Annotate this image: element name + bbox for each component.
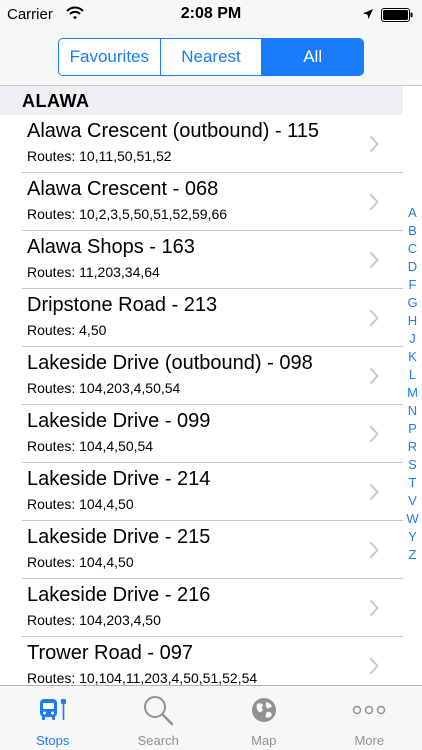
stop-routes: Routes: 104,4,50,54	[27, 438, 154, 454]
location-arrow-icon	[362, 7, 374, 25]
index-letter[interactable]: T	[403, 474, 422, 492]
stop-name: Lakeside Drive - 214	[27, 468, 211, 490]
section-title: ALAWA	[22, 91, 90, 111]
tab-label: Map	[251, 733, 277, 748]
tab-label: Stops	[36, 733, 70, 748]
filter-segmented-control: Favourites Nearest All	[58, 38, 364, 76]
chevron-right-icon	[369, 657, 379, 675]
stop-row[interactable]: Lakeside Drive - 216 Routes: 104,203,4,5…	[0, 579, 403, 637]
filter-bar: Favourites Nearest All	[0, 30, 422, 86]
status-bar: Carrier 2:08 PM	[0, 0, 422, 30]
bus-icon	[35, 692, 71, 728]
stop-routes: Routes: 104,203,4,50,54	[27, 380, 181, 396]
stop-row[interactable]: Trower Road - 097 Routes: 10,104,11,203,…	[0, 637, 403, 685]
index-letter[interactable]: F	[403, 276, 422, 294]
section-header: ALAWA	[0, 86, 403, 115]
stop-routes: Routes: 104,4,50	[27, 554, 134, 570]
tab-stops[interactable]: Stops	[0, 686, 106, 750]
chevron-right-icon	[369, 135, 379, 153]
chevron-right-icon	[369, 541, 379, 559]
stop-row[interactable]: Lakeside Drive - 215 Routes: 104,4,50	[0, 521, 403, 579]
tab-more[interactable]: More	[317, 686, 422, 750]
tab-bar: Stops Search Map More	[0, 685, 422, 750]
segment-nearest[interactable]: Nearest	[159, 39, 262, 75]
index-letter[interactable]: P	[403, 420, 422, 438]
index-letter[interactable]: L	[403, 366, 422, 384]
stop-name: Alawa Crescent - 068	[27, 178, 219, 200]
stop-row[interactable]: Alawa Crescent - 068 Routes: 10,2,3,5,50…	[0, 173, 403, 231]
stop-name: Lakeside Drive - 216	[27, 584, 211, 606]
chevron-right-icon	[369, 193, 379, 211]
index-letter[interactable]: G	[403, 294, 422, 312]
stop-list[interactable]: Alawa Crescent (outbound) - 115 Routes: …	[0, 115, 403, 685]
index-letter[interactable]: J	[403, 330, 422, 348]
stop-row[interactable]: Alawa Crescent (outbound) - 115 Routes: …	[0, 115, 403, 173]
chevron-right-icon	[369, 599, 379, 617]
globe-icon	[246, 692, 282, 728]
section-index[interactable]: A B C D F G H J K L M N P R S T V W Y Z	[403, 204, 422, 564]
index-letter[interactable]: C	[403, 240, 422, 258]
index-letter[interactable]: Y	[403, 528, 422, 546]
index-letter[interactable]: B	[403, 222, 422, 240]
clock-time: 2:08 PM	[180, 5, 242, 22]
stop-name: Alawa Shops - 163	[27, 236, 195, 258]
index-letter[interactable]: K	[403, 348, 422, 366]
tab-label: More	[354, 733, 385, 748]
segment-all[interactable]: All	[261, 39, 363, 75]
chevron-right-icon	[369, 251, 379, 269]
segment-favourites[interactable]: Favourites	[59, 39, 160, 75]
chevron-right-icon	[369, 367, 379, 385]
stop-routes: Routes: 10,11,50,51,52	[27, 148, 172, 164]
index-letter[interactable]: A	[403, 204, 422, 222]
index-letter[interactable]: N	[403, 402, 422, 420]
index-letter[interactable]: S	[403, 456, 422, 474]
stop-row[interactable]: Alawa Shops - 163 Routes: 11,203,34,64	[0, 231, 403, 289]
stop-name: Lakeside Drive - 215	[27, 526, 211, 548]
stop-row[interactable]: Lakeside Drive - 099 Routes: 104,4,50,54	[0, 405, 403, 463]
index-letter[interactable]: M	[403, 384, 422, 402]
magnifier-icon	[140, 692, 176, 728]
stop-name: Lakeside Drive - 099	[27, 410, 211, 432]
tab-map[interactable]: Map	[211, 686, 317, 750]
stop-row[interactable]: Lakeside Drive (outbound) - 098 Routes: …	[0, 347, 403, 405]
index-letter[interactable]: V	[403, 492, 422, 510]
stop-name: Alawa Crescent (outbound) - 115	[27, 120, 320, 142]
stop-routes: Routes: 104,203,4,50	[27, 612, 161, 628]
stop-row[interactable]: Dripstone Road - 213 Routes: 4,50	[0, 289, 403, 347]
stop-name: Dripstone Road - 213	[27, 294, 218, 316]
stop-routes: Routes: 10,104,11,203,4,50,51,52,54	[27, 670, 258, 685]
chevron-right-icon	[369, 309, 379, 327]
stop-routes: Routes: 11,203,34,64	[27, 264, 160, 280]
chevron-right-icon	[369, 483, 379, 501]
tab-search[interactable]: Search	[106, 686, 212, 750]
chevron-right-icon	[369, 425, 379, 443]
stop-name: Lakeside Drive (outbound) - 098	[27, 352, 313, 374]
index-letter[interactable]: D	[403, 258, 422, 276]
index-letter[interactable]: R	[403, 438, 422, 456]
index-letter[interactable]: Z	[403, 546, 422, 564]
battery-icon	[381, 8, 414, 27]
more-dots-icon	[351, 692, 387, 728]
stop-name: Trower Road - 097	[27, 642, 193, 664]
index-letter[interactable]: W	[403, 510, 422, 528]
index-letter[interactable]: H	[403, 312, 422, 330]
stop-routes: Routes: 10,2,3,5,50,51,52,59,66	[27, 206, 228, 222]
stop-routes: Routes: 4,50	[27, 322, 107, 338]
stop-routes: Routes: 104,4,50	[27, 496, 134, 512]
stop-row[interactable]: Lakeside Drive - 214 Routes: 104,4,50	[0, 463, 403, 521]
tab-label: Search	[137, 733, 179, 748]
